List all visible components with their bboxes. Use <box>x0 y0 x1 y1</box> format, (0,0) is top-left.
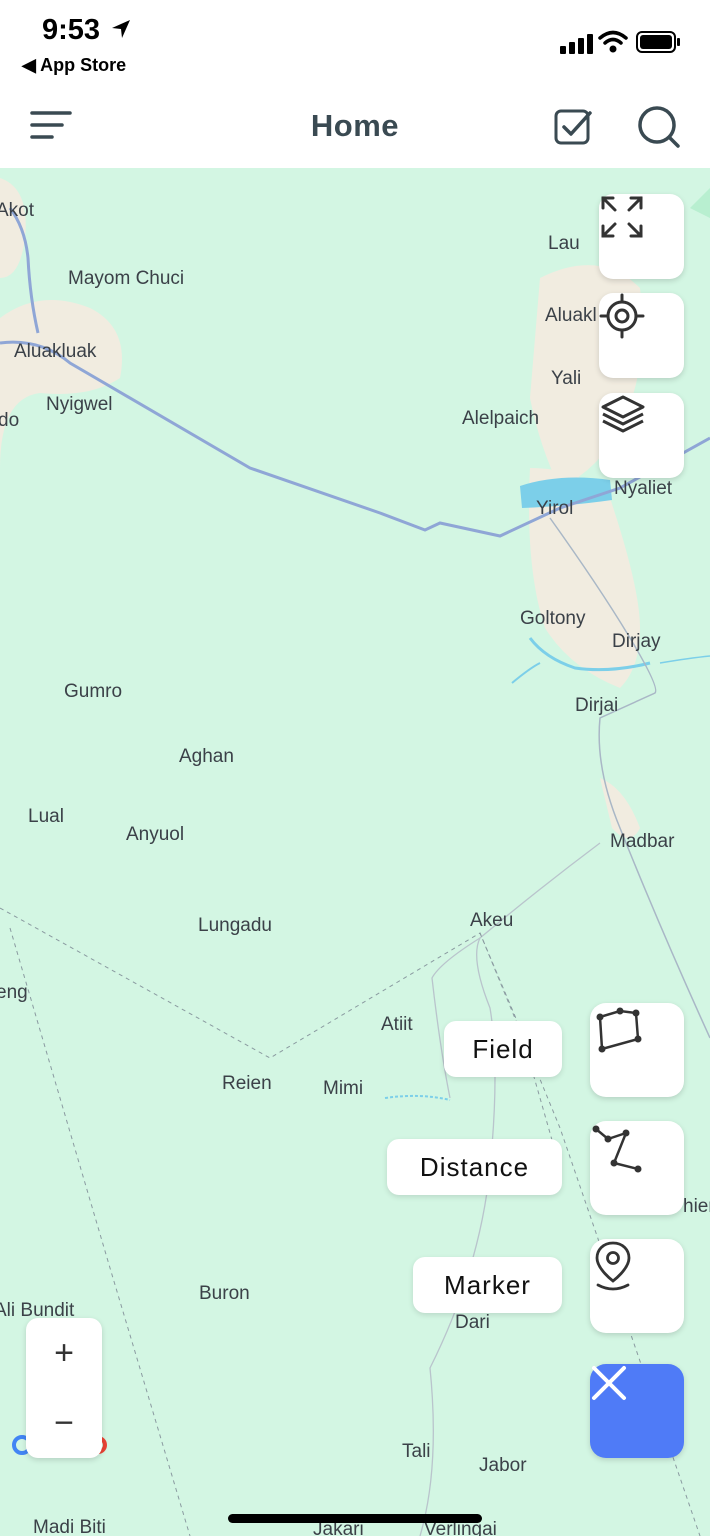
place-label: Buron <box>199 1283 250 1304</box>
place-label: Gumro <box>64 681 123 702</box>
place-label: Tali <box>402 1441 431 1462</box>
place-label: Reien <box>222 1073 272 1094</box>
status-bar: 9:53 ◀ App Store <box>0 0 710 86</box>
place-label: Nyaliet <box>614 478 673 499</box>
distance-button[interactable] <box>590 1121 684 1215</box>
place-label: Akot <box>0 200 35 221</box>
search-icon[interactable] <box>636 104 682 150</box>
fullscreen-button[interactable] <box>599 194 684 279</box>
checkbox-icon[interactable] <box>553 106 593 146</box>
signal-icon <box>560 34 593 54</box>
status-time: 9:53 <box>42 14 101 46</box>
place-label: do <box>0 410 20 431</box>
place-label: Yali <box>551 368 582 389</box>
place-label: Madi Biti <box>33 1517 106 1536</box>
place-label: Lual <box>28 806 64 827</box>
path-icon <box>592 1125 642 1173</box>
top-bar: Home <box>0 86 710 168</box>
layers-icon <box>601 395 645 433</box>
distance-label-button[interactable]: Distance <box>387 1139 562 1195</box>
location-arrow-icon <box>112 20 130 38</box>
place-label: Lau <box>548 233 580 254</box>
polygon-icon <box>596 1007 642 1053</box>
place-label: Atiit <box>381 1014 413 1035</box>
place-label: eng <box>0 982 28 1003</box>
place-label: Aluakluak <box>14 341 97 362</box>
place-label: Yirol <box>536 498 574 519</box>
place-label: Alelpaich <box>462 408 540 429</box>
battery-icon <box>636 31 680 53</box>
place-label: Jabor <box>479 1455 527 1476</box>
field-label-button[interactable]: Field <box>444 1021 562 1077</box>
place-label: Aghan <box>179 746 234 767</box>
close-actions-button[interactable] <box>590 1364 684 1458</box>
zoom-in-button[interactable]: + <box>26 1318 102 1388</box>
place-label: Mayom Chuci <box>68 268 185 289</box>
marker-label-button[interactable]: Marker <box>413 1257 562 1313</box>
close-icon <box>592 1366 626 1400</box>
marker-button[interactable] <box>590 1239 684 1333</box>
home-indicator <box>228 1514 482 1523</box>
pin-icon <box>595 1241 631 1291</box>
place-label: Mimi <box>323 1078 364 1099</box>
place-label: Aluakl <box>545 305 597 326</box>
back-to-app-store[interactable]: ◀ App Store <box>22 55 126 76</box>
place-label: Madbar <box>610 831 675 852</box>
place-label: Dirjai <box>575 695 619 716</box>
place-label: Dari <box>455 1312 490 1333</box>
locate-button[interactable] <box>599 293 684 378</box>
place-label: Anyuol <box>126 824 185 845</box>
map-view[interactable]: Akot Lau Mayom Chuci Aluakl Aluakluak Ya… <box>0 168 710 1536</box>
zoom-out-button[interactable]: − <box>26 1388 102 1458</box>
place-label: Goltony <box>520 608 586 629</box>
field-button[interactable] <box>590 1003 684 1097</box>
place-label: Lungadu <box>198 915 272 936</box>
page-title: Home <box>310 108 400 143</box>
place-label: hier <box>683 1196 710 1217</box>
expand-icon <box>601 196 643 238</box>
place-label: Dirjay <box>612 631 661 652</box>
place-label: Nyigwel <box>46 394 113 415</box>
wifi-icon <box>598 30 628 53</box>
target-icon <box>599 293 645 339</box>
layers-button[interactable] <box>599 393 684 478</box>
place-label: Akeu <box>470 910 514 931</box>
zoom-control: + − <box>26 1318 102 1458</box>
